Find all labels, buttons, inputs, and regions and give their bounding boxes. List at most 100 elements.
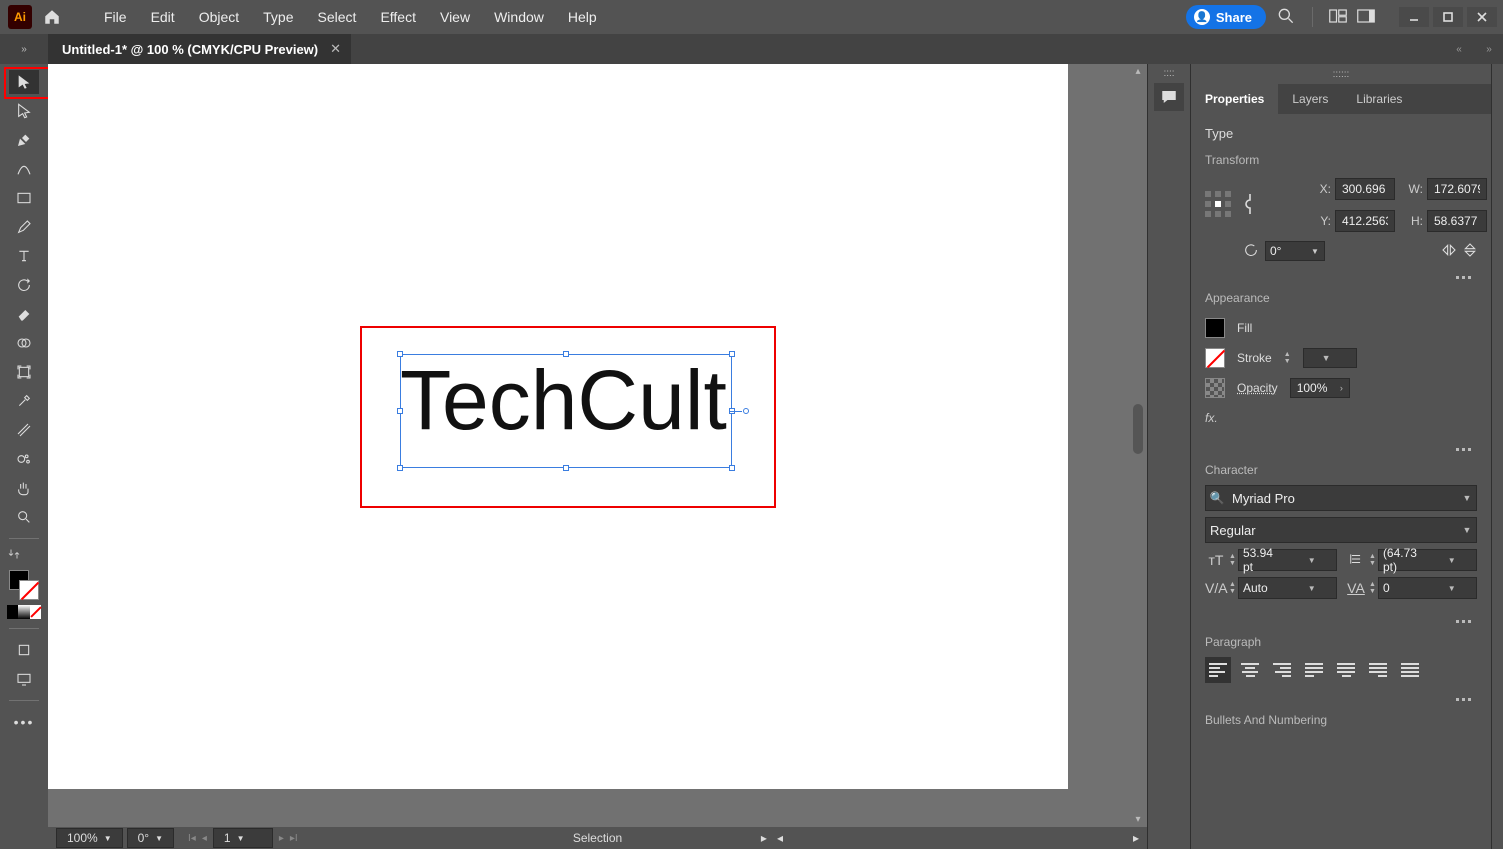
selection-bounding-box[interactable] [400, 354, 732, 468]
tool-eyedropper[interactable] [9, 389, 39, 413]
tool-eraser[interactable] [9, 302, 39, 326]
edit-toolbar-button[interactable]: ••• [9, 710, 39, 734]
next-artboard-button[interactable]: ▸ [279, 833, 284, 844]
swap-fill-stroke-icon[interactable] [8, 548, 20, 563]
hscroll-left-end[interactable]: ◂ [777, 831, 783, 845]
w-input[interactable] [1427, 178, 1487, 200]
draw-mode[interactable] [9, 638, 39, 662]
tab-properties[interactable]: Properties [1191, 84, 1278, 114]
tool-hand[interactable] [9, 476, 39, 500]
workspace-button[interactable] [1357, 9, 1375, 26]
tools-panel: ••• [0, 64, 48, 849]
artboard-nav: I◂ ◂ 1▼ ▸ ▸I [188, 828, 298, 848]
justify-right-button[interactable] [1365, 657, 1391, 683]
leading-field[interactable]: ▲▼ (64.73 pt)▼ [1345, 549, 1477, 571]
home-button[interactable] [40, 5, 64, 29]
artboard[interactable]: TechCult [48, 64, 1068, 789]
stroke-swatch[interactable] [19, 580, 39, 600]
fill-color-swatch[interactable] [1205, 318, 1225, 338]
kerning-icon: V/A [1205, 580, 1227, 596]
align-right-button[interactable] [1269, 657, 1295, 683]
paragraph-options-button[interactable] [1456, 698, 1471, 701]
appearance-options-button[interactable] [1456, 448, 1471, 451]
tool-paintbrush[interactable] [9, 215, 39, 239]
tool-artboard[interactable] [9, 360, 39, 384]
transform-options-button[interactable] [1456, 276, 1471, 279]
selection-type-label: Type [1205, 126, 1477, 141]
justify-left-button[interactable] [1301, 657, 1327, 683]
kerning-field[interactable]: V/A ▲▼ Auto▼ [1205, 577, 1337, 599]
tab-layers[interactable]: Layers [1278, 84, 1342, 114]
close-tab-icon[interactable]: ✕ [330, 41, 341, 57]
color-mode-row[interactable] [7, 605, 41, 619]
rotation-input[interactable]: ▼ [1265, 241, 1325, 261]
stroke-weight-stepper[interactable]: ▲▼ [1284, 351, 1291, 365]
divider [1312, 7, 1313, 27]
align-left-button[interactable] [1205, 657, 1231, 683]
arrange-button[interactable] [1329, 9, 1347, 26]
prev-artboard-button[interactable]: ◂ [202, 833, 207, 844]
document-tab[interactable]: Untitled-1* @ 100 % (CMYK/CPU Preview) ✕ [48, 34, 351, 64]
justify-center-button[interactable] [1333, 657, 1359, 683]
hscroll-right[interactable]: ▸ [761, 831, 767, 845]
close-button[interactable] [1467, 7, 1497, 27]
zoom-field[interactable]: 100%▼ [56, 828, 123, 848]
tool-selection[interactable] [9, 70, 39, 94]
flip-horizontal-button[interactable] [1441, 243, 1457, 260]
tool-rectangle[interactable] [9, 186, 39, 210]
reference-point-picker[interactable] [1205, 191, 1233, 219]
font-family-combo[interactable]: 🔍 Myriad Pro▼ [1205, 485, 1477, 511]
artboard-number-field[interactable]: 1▼ [213, 828, 273, 848]
tool-direct-selection[interactable] [9, 99, 39, 123]
last-artboard-button[interactable]: ▸I [290, 833, 298, 844]
tool-type[interactable] [9, 244, 39, 268]
h-input[interactable] [1427, 210, 1487, 232]
canvas-vertical-scrollbar[interactable]: ▴ ▾ [1131, 64, 1147, 827]
menu-object[interactable]: Object [187, 9, 251, 25]
justify-all-button[interactable] [1397, 657, 1423, 683]
fill-stroke-swatches[interactable] [9, 570, 39, 600]
font-style-combo[interactable]: Regular▼ [1205, 517, 1477, 543]
maximize-button[interactable] [1433, 7, 1463, 27]
toolbar-expand-icon[interactable]: » [0, 34, 48, 64]
menu-edit[interactable]: Edit [139, 9, 187, 25]
midstrip-handle[interactable]: :::: [1163, 68, 1174, 79]
menu-type[interactable]: Type [251, 9, 305, 25]
screen-mode[interactable] [9, 667, 39, 691]
tool-zoom[interactable] [9, 505, 39, 529]
menu-help[interactable]: Help [556, 9, 609, 25]
character-options-button[interactable] [1456, 620, 1471, 623]
tool-shape-builder[interactable] [9, 331, 39, 355]
flip-vertical-button[interactable] [1463, 242, 1477, 261]
align-center-button[interactable] [1237, 657, 1263, 683]
search-button[interactable] [1276, 6, 1296, 29]
fx-button[interactable]: fx. [1205, 411, 1218, 425]
font-size-field[interactable]: тТ ▲▼ 53.94 pt▼ [1205, 549, 1337, 571]
first-artboard-button[interactable]: I◂ [188, 833, 196, 844]
opacity-swatch[interactable] [1205, 378, 1225, 398]
stroke-weight-input[interactable]: ▼ [1303, 348, 1357, 368]
menu-effect[interactable]: Effect [368, 9, 428, 25]
tool-pen[interactable] [9, 128, 39, 152]
stroke-color-swatch[interactable] [1205, 348, 1225, 368]
menu-select[interactable]: Select [306, 9, 369, 25]
minimize-button[interactable] [1399, 7, 1429, 27]
menu-window[interactable]: Window [482, 9, 556, 25]
panel-collapse-icon[interactable]: « [1449, 44, 1469, 55]
hscroll-right-end[interactable]: ▸ [1133, 831, 1139, 845]
rotation-field[interactable]: 0°▼ [127, 828, 174, 848]
opacity-input[interactable]: 100%› [1290, 378, 1351, 398]
tool-gradient[interactable] [9, 418, 39, 442]
tracking-field[interactable]: VA ▲▼ 0▼ [1345, 577, 1477, 599]
menu-file[interactable]: File [92, 9, 139, 25]
tool-symbol-sprayer[interactable] [9, 447, 39, 471]
panel-expand-icon[interactable]: » [1479, 44, 1499, 55]
comments-panel-button[interactable] [1154, 83, 1184, 111]
menu-view[interactable]: View [428, 9, 482, 25]
link-wh-button[interactable] [1243, 190, 1261, 221]
panel-handle[interactable]: :::::: [1191, 64, 1491, 84]
tab-libraries[interactable]: Libraries [1342, 84, 1416, 114]
tool-curvature[interactable] [9, 157, 39, 181]
tool-rotate[interactable] [9, 273, 39, 297]
share-button[interactable]: 👤Share [1186, 5, 1266, 29]
